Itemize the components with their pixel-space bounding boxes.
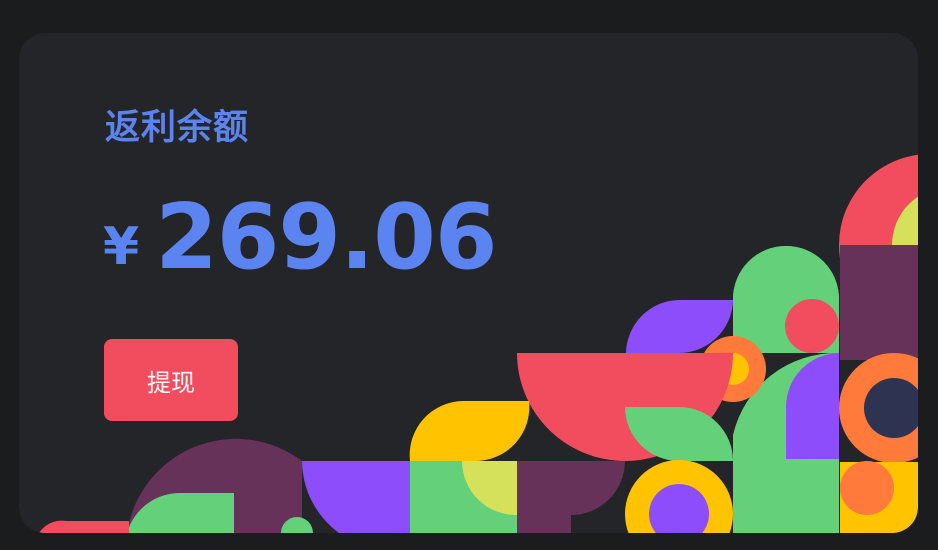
rebate-balance-card: 返利余额 ¥269.06 提现 bbox=[19, 33, 918, 533]
currency-symbol: ¥ bbox=[103, 217, 140, 277]
withdraw-button[interactable]: 提现 bbox=[104, 339, 238, 421]
balance-amount: ¥269.06 bbox=[103, 193, 498, 283]
rebate-balance-title: 返利余额 bbox=[105, 108, 250, 148]
balance-value: 269.06 bbox=[155, 185, 497, 290]
